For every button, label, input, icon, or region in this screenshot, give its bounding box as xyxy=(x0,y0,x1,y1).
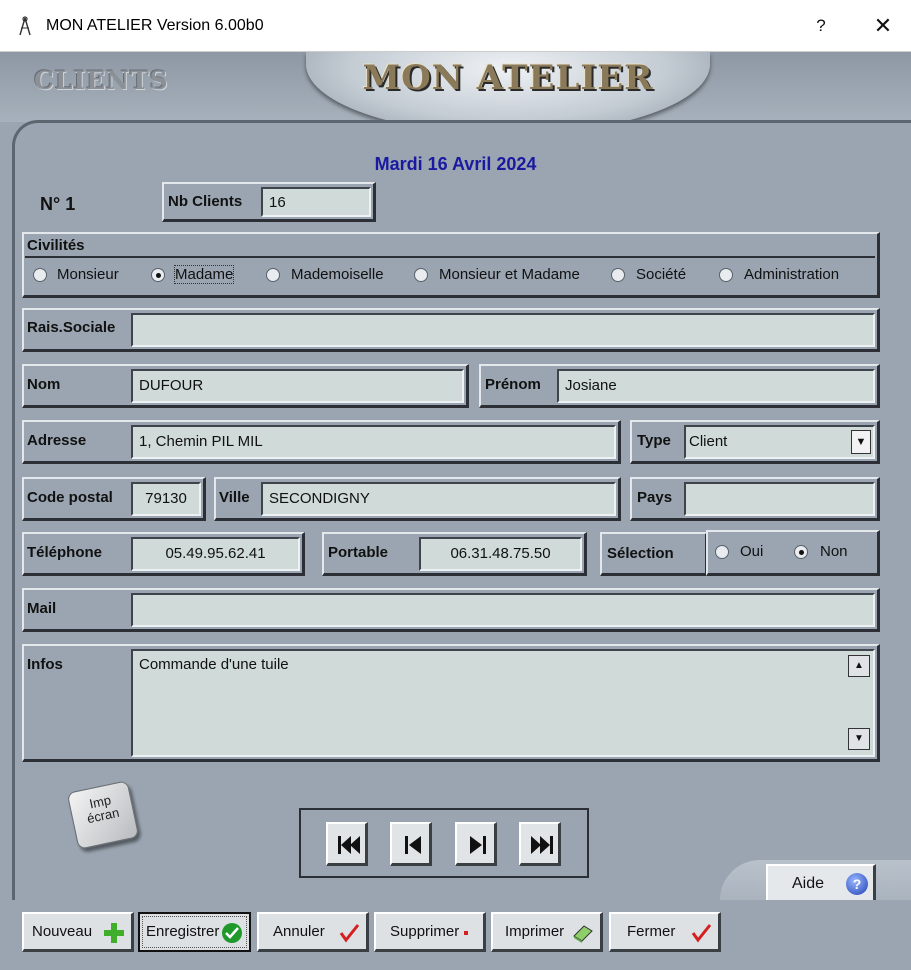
type-select[interactable]: Client xyxy=(684,425,875,459)
checkmark-icon xyxy=(339,924,360,943)
radio-button-selected[interactable] xyxy=(151,268,165,282)
previous-icon xyxy=(405,836,421,854)
selection-options xyxy=(706,530,880,576)
pays-label: Pays xyxy=(637,489,673,506)
chevron-down-icon[interactable]: ▼ xyxy=(851,430,871,454)
radio-label: Société xyxy=(636,266,687,283)
radio-button[interactable] xyxy=(611,268,625,282)
compass-icon xyxy=(19,16,31,36)
portable-input[interactable]: 06.31.48.75.50 xyxy=(419,537,582,571)
help-button[interactable]: ? xyxy=(806,12,836,40)
close-button[interactable]: ✕ xyxy=(866,12,900,40)
dot-icon xyxy=(464,931,468,935)
adresse-label: Adresse xyxy=(27,432,87,449)
record-number: N° 1 xyxy=(40,194,76,214)
enregistrer-label: Enregistrer xyxy=(146,923,220,940)
radio-label: Non xyxy=(820,543,848,560)
nom-label: Nom xyxy=(27,376,61,393)
ville-input[interactable]: SECONDIGNY xyxy=(261,482,616,516)
nb-clients-label: Nb Clients xyxy=(168,193,243,210)
section-title: CLIENTS xyxy=(34,66,169,95)
radio-label: Monsieur xyxy=(57,266,119,283)
telephone-input[interactable]: 05.49.95.62.41 xyxy=(131,537,300,571)
check-circle-icon xyxy=(222,923,242,943)
help-circle-icon: ? xyxy=(846,873,868,895)
scroll-up-icon[interactable]: ▲ xyxy=(848,655,870,677)
civilites-label: Civilités xyxy=(27,237,85,254)
rewind-icon xyxy=(338,836,360,854)
previous-record-button[interactable] xyxy=(390,822,432,866)
telephone-label: Téléphone xyxy=(27,544,103,561)
eraser-icon xyxy=(573,925,593,943)
code-postal-label: Code postal xyxy=(27,489,113,506)
annuler-button[interactable]: Annuler xyxy=(257,912,369,952)
fermer-button[interactable]: Fermer xyxy=(609,912,721,952)
radio-button[interactable] xyxy=(266,268,280,282)
nouveau-button[interactable]: Nouveau xyxy=(22,912,134,952)
checkmark-icon xyxy=(691,924,712,943)
type-label: Type xyxy=(637,432,671,449)
selection-label: Sélection xyxy=(607,545,674,562)
nb-clients-field: 16 xyxy=(261,187,371,217)
civilites-group xyxy=(22,232,880,298)
plus-icon xyxy=(104,923,124,943)
radio-label: Mademoiselle xyxy=(291,266,384,283)
prenom-label: Prénom xyxy=(485,376,541,393)
scroll-down-icon[interactable]: ▼ xyxy=(848,728,870,750)
pays-input[interactable] xyxy=(684,482,875,516)
aide-label: Aide xyxy=(792,875,825,892)
radio-label: Monsieur et Madame xyxy=(439,266,580,283)
infos-textarea[interactable]: Commande d'une tuile xyxy=(131,649,875,757)
infos-label: Infos xyxy=(27,656,63,673)
mail-input[interactable] xyxy=(131,593,875,627)
radio-label: Administration xyxy=(744,266,840,283)
fermer-label: Fermer xyxy=(627,923,676,940)
radio-label: Oui xyxy=(740,543,764,560)
adresse-input[interactable]: 1, Chemin PIL MIL xyxy=(131,425,616,459)
radio-label: Madame xyxy=(173,265,235,284)
imprimer-label: Imprimer xyxy=(505,923,565,940)
fast-forward-icon xyxy=(531,836,553,854)
first-record-button[interactable] xyxy=(326,822,368,866)
window-title: MON ATELIER Version 6.00b0 xyxy=(46,17,264,34)
prenom-input[interactable]: Josiane xyxy=(557,369,875,403)
app-logo: MON ATELIER xyxy=(362,58,654,98)
ville-label: Ville xyxy=(219,489,250,506)
nom-input[interactable]: DUFOUR xyxy=(131,369,464,403)
radio-button[interactable] xyxy=(719,268,733,282)
mail-label: Mail xyxy=(27,600,57,617)
portable-label: Portable xyxy=(328,544,389,561)
enregistrer-button[interactable]: Enregistrer xyxy=(138,912,251,952)
radio-button[interactable] xyxy=(33,268,47,282)
window-titlebar: MON ATELIER Version 6.00b0 ? ✕ xyxy=(0,0,911,52)
supprimer-label: Supprimer xyxy=(390,923,460,940)
rais-sociale-input[interactable] xyxy=(131,313,875,347)
imprimer-button[interactable]: Imprimer xyxy=(491,912,603,952)
current-date: Mardi 16 Avril 2024 xyxy=(374,154,537,174)
rais-sociale-label: Rais.Sociale xyxy=(27,319,116,336)
supprimer-button[interactable]: Supprimer xyxy=(374,912,486,952)
code-postal-input[interactable]: 79130 xyxy=(131,482,201,516)
radio-button[interactable] xyxy=(414,268,428,282)
annuler-label: Annuler xyxy=(273,923,325,940)
radio-button[interactable] xyxy=(715,545,729,559)
nouveau-label: Nouveau xyxy=(32,923,93,940)
radio-button-selected[interactable] xyxy=(794,545,808,559)
next-record-button[interactable] xyxy=(455,822,497,866)
last-record-button[interactable] xyxy=(519,822,561,866)
next-icon xyxy=(470,836,486,854)
civilites-divider xyxy=(25,256,875,258)
